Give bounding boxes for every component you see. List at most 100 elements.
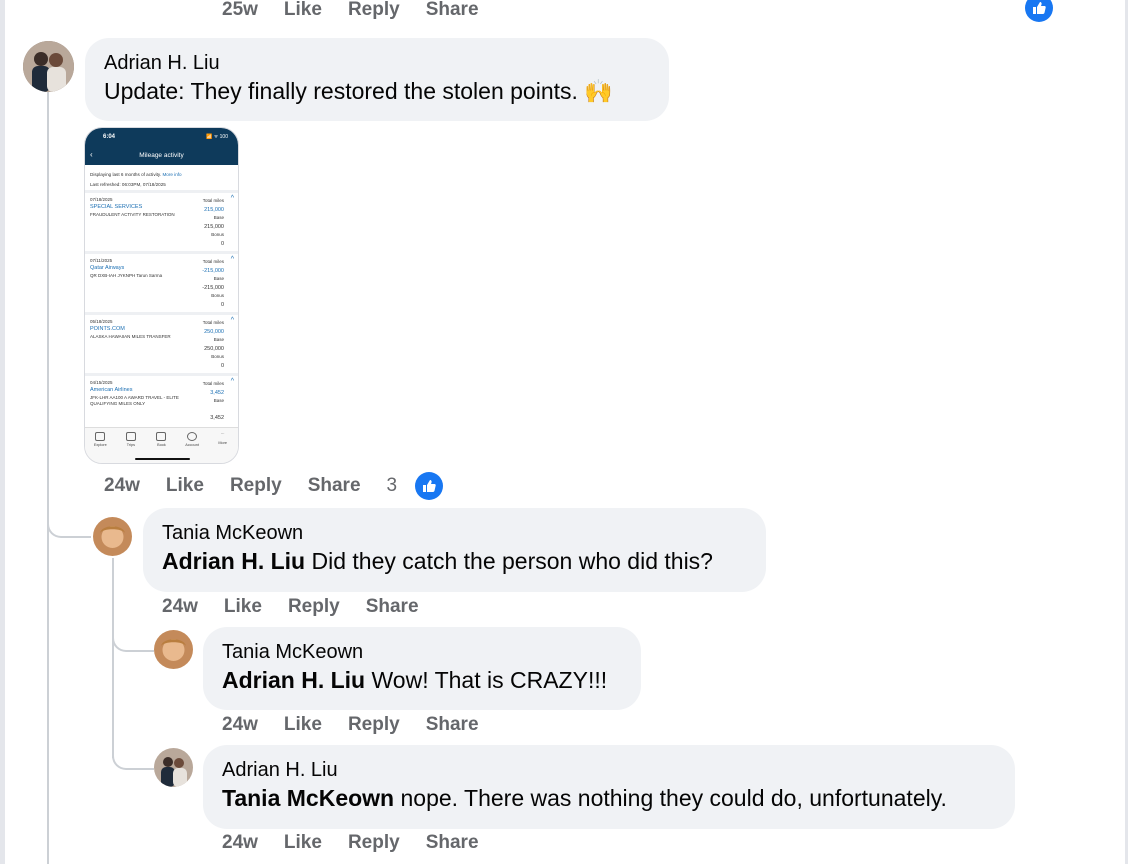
like-reaction-icon[interactable] — [1025, 0, 1053, 22]
total-value: 215,000 — [204, 206, 224, 213]
comment-timestamp[interactable]: 24w — [104, 475, 140, 497]
base-label: Base — [213, 276, 224, 281]
entry-date: 05/18/2025 — [90, 319, 113, 324]
comment-timestamp[interactable]: 24w — [222, 714, 258, 736]
thread-line-sub — [112, 558, 114, 758]
share-button[interactable]: Share — [426, 714, 479, 736]
comment-bubble: Tania McKeown Adrian H. Liu Wow! That is… — [203, 627, 641, 710]
entry-values: Total miles 3,452 Base 3,452 — [203, 380, 224, 422]
reply-button[interactable]: Reply — [348, 832, 400, 854]
nav-label: Trips — [126, 443, 136, 447]
comment-text: Adrian H. Liu Wow! That is CRAZY!!! — [222, 665, 621, 695]
reply-button[interactable]: Reply — [230, 475, 282, 497]
app-title: Mileage activity — [139, 152, 184, 159]
comment-bubble: Adrian H. Liu Tania McKeown nope. There … — [203, 745, 1015, 829]
mileage-entry: 07/11/2025 Qatar Airways QR DXB-IAH JYKN… — [85, 251, 238, 312]
info-block: Displaying last 6 months of activity. Mo… — [85, 165, 238, 190]
base-label: Base — [213, 398, 224, 403]
comment-bubble: Adrian H. Liu Update: They finally resto… — [85, 38, 669, 121]
base-label: Base — [213, 215, 224, 220]
avatar[interactable] — [154, 630, 193, 669]
entry-desc: FRAUDULENT ACTIVITY RESTORATION — [90, 212, 175, 217]
thread-connector — [47, 500, 91, 538]
avatar[interactable] — [23, 41, 74, 92]
like-button[interactable]: Like — [224, 596, 262, 618]
entry-date: 04/15/2025 — [90, 380, 113, 385]
entry-values: Total miles 215,000 Base 215,000 Bonus 0 — [203, 197, 224, 248]
comment-body: Did they catch the person who did this? — [305, 548, 713, 574]
comment-timestamp[interactable]: 25w — [222, 0, 258, 21]
home-indicator — [135, 458, 190, 460]
like-button[interactable]: Like — [284, 832, 322, 854]
bonus-value: 0 — [220, 301, 224, 308]
compass-icon — [95, 432, 106, 441]
status-icons: 📶 ᯤ 100 — [206, 134, 228, 140]
comment-text: Update: They finally restored the stolen… — [104, 78, 613, 104]
base-label: Base — [213, 337, 224, 342]
bonus-label: Bonus — [211, 354, 224, 359]
comment-image-attachment[interactable]: 6:04 📶 ᯤ 100 ‹ Mileage activity Displayi… — [84, 127, 239, 464]
total-label: Total miles — [202, 320, 224, 325]
share-button[interactable]: Share — [426, 0, 479, 21]
thread-connector — [112, 740, 154, 770]
total-value: -215,000 — [202, 267, 224, 274]
comment-timestamp[interactable]: 24w — [222, 832, 258, 854]
comment-author[interactable]: Adrian H. Liu — [222, 757, 995, 783]
comment-actions: 24w Like Reply Share — [222, 714, 505, 736]
comment-author[interactable]: Adrian H. Liu — [104, 50, 649, 76]
entry-name: POINTS.COM — [90, 326, 125, 332]
bonus-label: Bonus — [211, 293, 224, 298]
reaction-count[interactable]: 3 — [387, 475, 398, 497]
comment-actions: 24w Like Reply Share — [162, 596, 445, 618]
base-value: 250,000 — [204, 345, 224, 352]
app-header: 6:04 📶 ᯤ 100 ‹ Mileage activity — [85, 128, 238, 165]
total-label: Total miles — [202, 259, 224, 264]
like-button[interactable]: Like — [284, 0, 322, 21]
thread-line-main — [47, 92, 49, 864]
nav-label: Explore — [93, 443, 107, 447]
share-button[interactable]: Share — [426, 832, 479, 854]
like-button[interactable]: Like — [166, 475, 204, 497]
like-button[interactable]: Like — [284, 714, 322, 736]
mileage-entry: 05/18/2025 POINTS.COM ALASKA HAWAIIAN MI… — [85, 312, 238, 373]
comment-author[interactable]: Tania McKeown — [222, 639, 621, 665]
share-button[interactable]: Share — [366, 596, 419, 618]
total-value: 3,452 — [210, 389, 224, 396]
chevron-up-icon: ^ — [230, 317, 234, 324]
share-button[interactable]: Share — [308, 475, 361, 497]
nav-more: ··· More — [210, 432, 236, 463]
base-value: 215,000 — [204, 223, 224, 230]
info-link: More info — [162, 172, 182, 177]
reply-button[interactable]: Reply — [348, 0, 400, 21]
chevron-up-icon: ^ — [230, 378, 234, 385]
comment-body: nope. There was nothing they could do, u… — [394, 785, 947, 811]
base-value: 3,452 — [210, 414, 224, 421]
total-value: 250,000 — [204, 328, 224, 335]
calendar-icon — [156, 432, 167, 441]
bonus-label: Bonus — [211, 232, 224, 237]
refreshed-line: Last refreshed: 06:03PM, 07/18/2025 — [90, 182, 166, 187]
like-reaction-icon[interactable] — [415, 472, 443, 500]
comment-actions: 24w Like Reply Share 3 — [104, 475, 399, 497]
comment-author[interactable]: Tania McKeown — [162, 520, 746, 546]
entry-name: American Airlines — [90, 387, 133, 393]
entry-desc: JFK-LHR AA100 A AWARD TRAVEL - ELITE QUA… — [90, 395, 179, 406]
avatar[interactable] — [93, 517, 132, 556]
comment-timestamp[interactable]: 24w — [162, 596, 198, 618]
info-line: Displaying last 6 months of activity. — [90, 172, 162, 177]
mention-link[interactable]: Adrian H. Liu — [222, 667, 365, 693]
chevron-up-icon: ^ — [230, 195, 234, 202]
nav-explore: Explore — [87, 432, 113, 463]
entry-date: 07/11/2025 — [90, 258, 113, 263]
status-time: 6:04 — [103, 134, 116, 140]
nav-label: More — [218, 441, 227, 445]
mileage-entry: 04/15/2025 American Airlines JFK-LHR AA1… — [85, 373, 238, 434]
reply-button[interactable]: Reply — [348, 714, 400, 736]
bonus-value: 0 — [220, 240, 224, 247]
reply-button[interactable]: Reply — [288, 596, 340, 618]
mention-link[interactable]: Adrian H. Liu — [162, 548, 305, 574]
mention-link[interactable]: Tania McKeown — [222, 785, 394, 811]
avatar[interactable] — [154, 748, 193, 787]
base-value: -215,000 — [202, 284, 224, 291]
suitcase-icon — [125, 432, 136, 441]
